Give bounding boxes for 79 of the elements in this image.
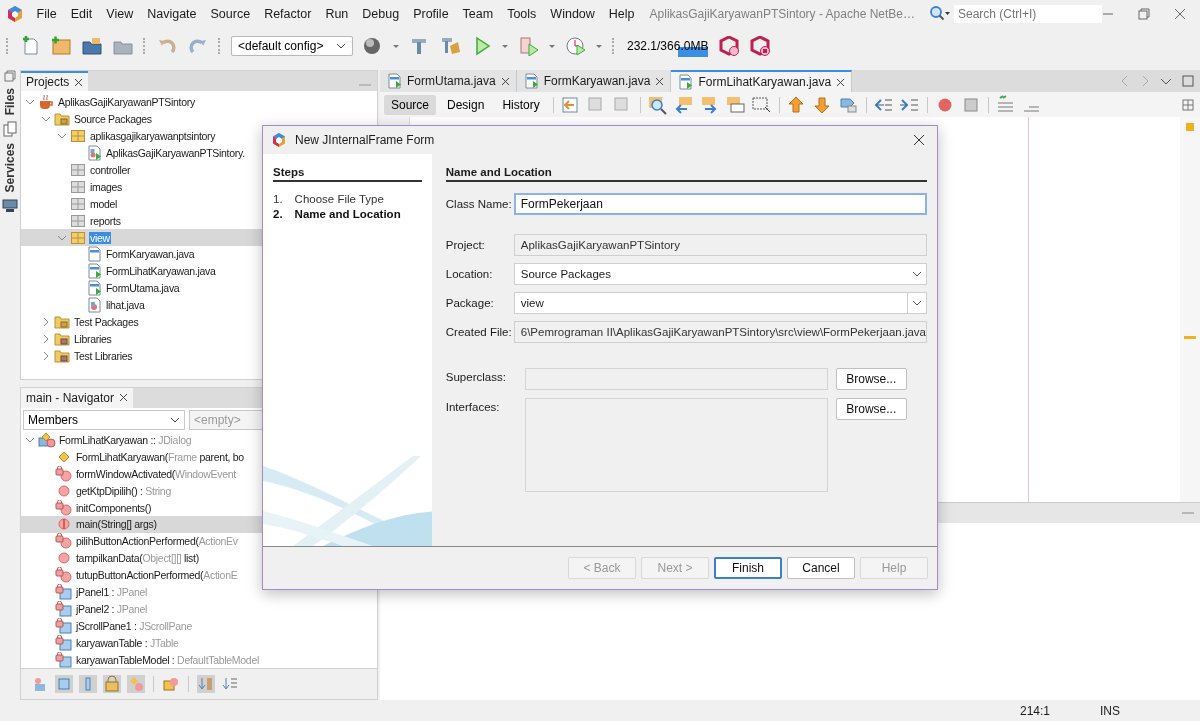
member-item[interactable]: karyawanTable : JTable bbox=[76, 636, 179, 649]
readonly-field: 6\Pemrograman II\AplikasGajiKaryawanPTSintory\src\view\FormPekerjaan.java bbox=[513, 321, 927, 343]
member-item[interactable]: formWindowActivated(WindowEvent bbox=[76, 467, 236, 480]
menu-item[interactable]: Window bbox=[543, 7, 602, 21]
member-item[interactable]: getKtpDipilih() : String bbox=[76, 484, 171, 497]
menu-item[interactable]: Navigate bbox=[140, 7, 204, 21]
config-dropdown[interactable]: <default config> bbox=[231, 36, 353, 56]
dialog-title: New JInternalFrame Form bbox=[295, 133, 435, 147]
menu-item[interactable]: Edit bbox=[63, 7, 100, 21]
tree-item[interactable]: controller bbox=[89, 164, 132, 176]
tree-item[interactable]: images bbox=[89, 180, 124, 193]
tree-item[interactable]: Libraries bbox=[73, 332, 113, 345]
field-label: Superclass: bbox=[445, 370, 507, 383]
readonly-field: AplikasGajiKaryawanPTSintory bbox=[513, 234, 927, 256]
class-name-field[interactable]: FormPekerjaan bbox=[513, 193, 927, 215]
field-label: Location: bbox=[445, 268, 494, 280]
insert-mode: INS bbox=[1099, 703, 1121, 718]
field-label: Class Name: bbox=[445, 198, 513, 210]
tree-item[interactable]: model bbox=[89, 197, 119, 210]
section-heading: Name and Location bbox=[445, 166, 927, 182]
dialog-button[interactable]: Cancel bbox=[787, 557, 855, 579]
members-dropdown[interactable]: Members bbox=[23, 409, 185, 430]
tree-item[interactable]: reports bbox=[89, 214, 122, 227]
menu-item[interactable]: Profile bbox=[406, 7, 456, 21]
tree-item[interactable]: Test Packages bbox=[73, 316, 140, 328]
field-label: Created File: bbox=[445, 326, 513, 338]
member-item[interactable]: tutupButtonActionPerformed(ActionE bbox=[76, 569, 238, 582]
location-dropdown[interactable]: Source Packages bbox=[513, 263, 927, 285]
wizard-step: 1. Choose File Type bbox=[273, 192, 422, 207]
field-label: Project: bbox=[445, 239, 486, 251]
member-item[interactable]: karyawanTableModel : DefaultTableModel bbox=[76, 653, 259, 666]
wizard-step: 2. Name and Location bbox=[273, 207, 422, 222]
field-label: Package: bbox=[445, 297, 495, 309]
member-item[interactable]: jScrollPane1 : JScrollPane bbox=[76, 619, 192, 632]
search-field[interactable]: Search (Ctrl+I) bbox=[954, 5, 1102, 23]
member-item[interactable]: pilihButtonActionPerformed(ActionEv bbox=[76, 535, 238, 548]
panel-tab[interactable]: Projects bbox=[21, 71, 89, 91]
panel-tab[interactable]: main - Navigator bbox=[21, 387, 134, 408]
side-tab[interactable]: Services bbox=[3, 143, 17, 193]
menu-item[interactable]: View bbox=[99, 7, 141, 21]
member-item[interactable]: initComponents() bbox=[76, 501, 152, 514]
menu-item[interactable]: Refactor bbox=[257, 7, 319, 21]
steps-heading: Steps bbox=[273, 166, 422, 182]
caret-position: 214:1 bbox=[1018, 703, 1051, 718]
tree-item[interactable]: AplikasGajiKaryawanPTSintory. bbox=[105, 147, 246, 160]
member-item[interactable]: jPanel2 : JPanel bbox=[76, 602, 148, 615]
browse-button[interactable]: Browse... bbox=[835, 398, 907, 420]
field-label: Interfaces: bbox=[445, 400, 501, 413]
member-item[interactable]: FormLihatKaryawan :: JDialog bbox=[59, 433, 192, 446]
editor-tab[interactable]: FormLihatKaryawan.java bbox=[671, 70, 853, 92]
tree-item[interactable]: aplikasgajikaryawanptsintory bbox=[89, 130, 217, 143]
menu-item[interactable]: Help bbox=[601, 7, 642, 21]
menu-item[interactable]: Debug bbox=[355, 7, 407, 21]
editor-tab[interactable]: FormKaryawan.java bbox=[516, 70, 672, 92]
tree-item[interactable]: Test Libraries bbox=[73, 349, 134, 362]
browse-button[interactable]: Browse... bbox=[835, 368, 907, 390]
menu-item[interactable]: Source bbox=[203, 7, 258, 21]
side-tab[interactable]: Files bbox=[3, 88, 17, 116]
menu-item[interactable]: Tools bbox=[500, 7, 544, 21]
window-title: AplikasGajiKaryawanPTSintory - Apache NetBe… bbox=[649, 7, 915, 21]
member-item[interactable]: tampilkanData(Object[][] list) bbox=[76, 552, 199, 565]
dialog-button[interactable]: Finish bbox=[714, 557, 782, 579]
member-item[interactable]: FormLihatKaryawan(Frame parent, bo bbox=[76, 450, 244, 463]
editor-tab[interactable]: FormUtama.java bbox=[380, 70, 517, 92]
tree-item[interactable]: FormUtama.java bbox=[105, 282, 181, 295]
tree-item[interactable]: Source Packages bbox=[73, 113, 153, 126]
tree-item[interactable]: FormLihatKaryawan.java bbox=[105, 265, 217, 278]
tree-item[interactable]: FormKaryawan.java bbox=[105, 248, 196, 261]
view-tab[interactable]: History bbox=[495, 94, 547, 115]
package-combo[interactable]: view bbox=[513, 292, 927, 314]
menu-item[interactable]: File bbox=[29, 7, 64, 21]
view-tab[interactable]: Source bbox=[384, 94, 437, 115]
tree-item[interactable]: AplikasGajiKaryawanPTSintory bbox=[57, 96, 196, 109]
member-item[interactable]: main(String[] args) bbox=[76, 518, 157, 531]
tree-item[interactable]: lihat.java bbox=[105, 299, 146, 312]
member-item[interactable]: jPanel1 : JPanel bbox=[76, 586, 148, 598]
view-tab[interactable]: Design bbox=[440, 94, 492, 115]
menu-item[interactable]: Run bbox=[318, 7, 356, 21]
menu-item[interactable]: Team bbox=[455, 7, 501, 21]
